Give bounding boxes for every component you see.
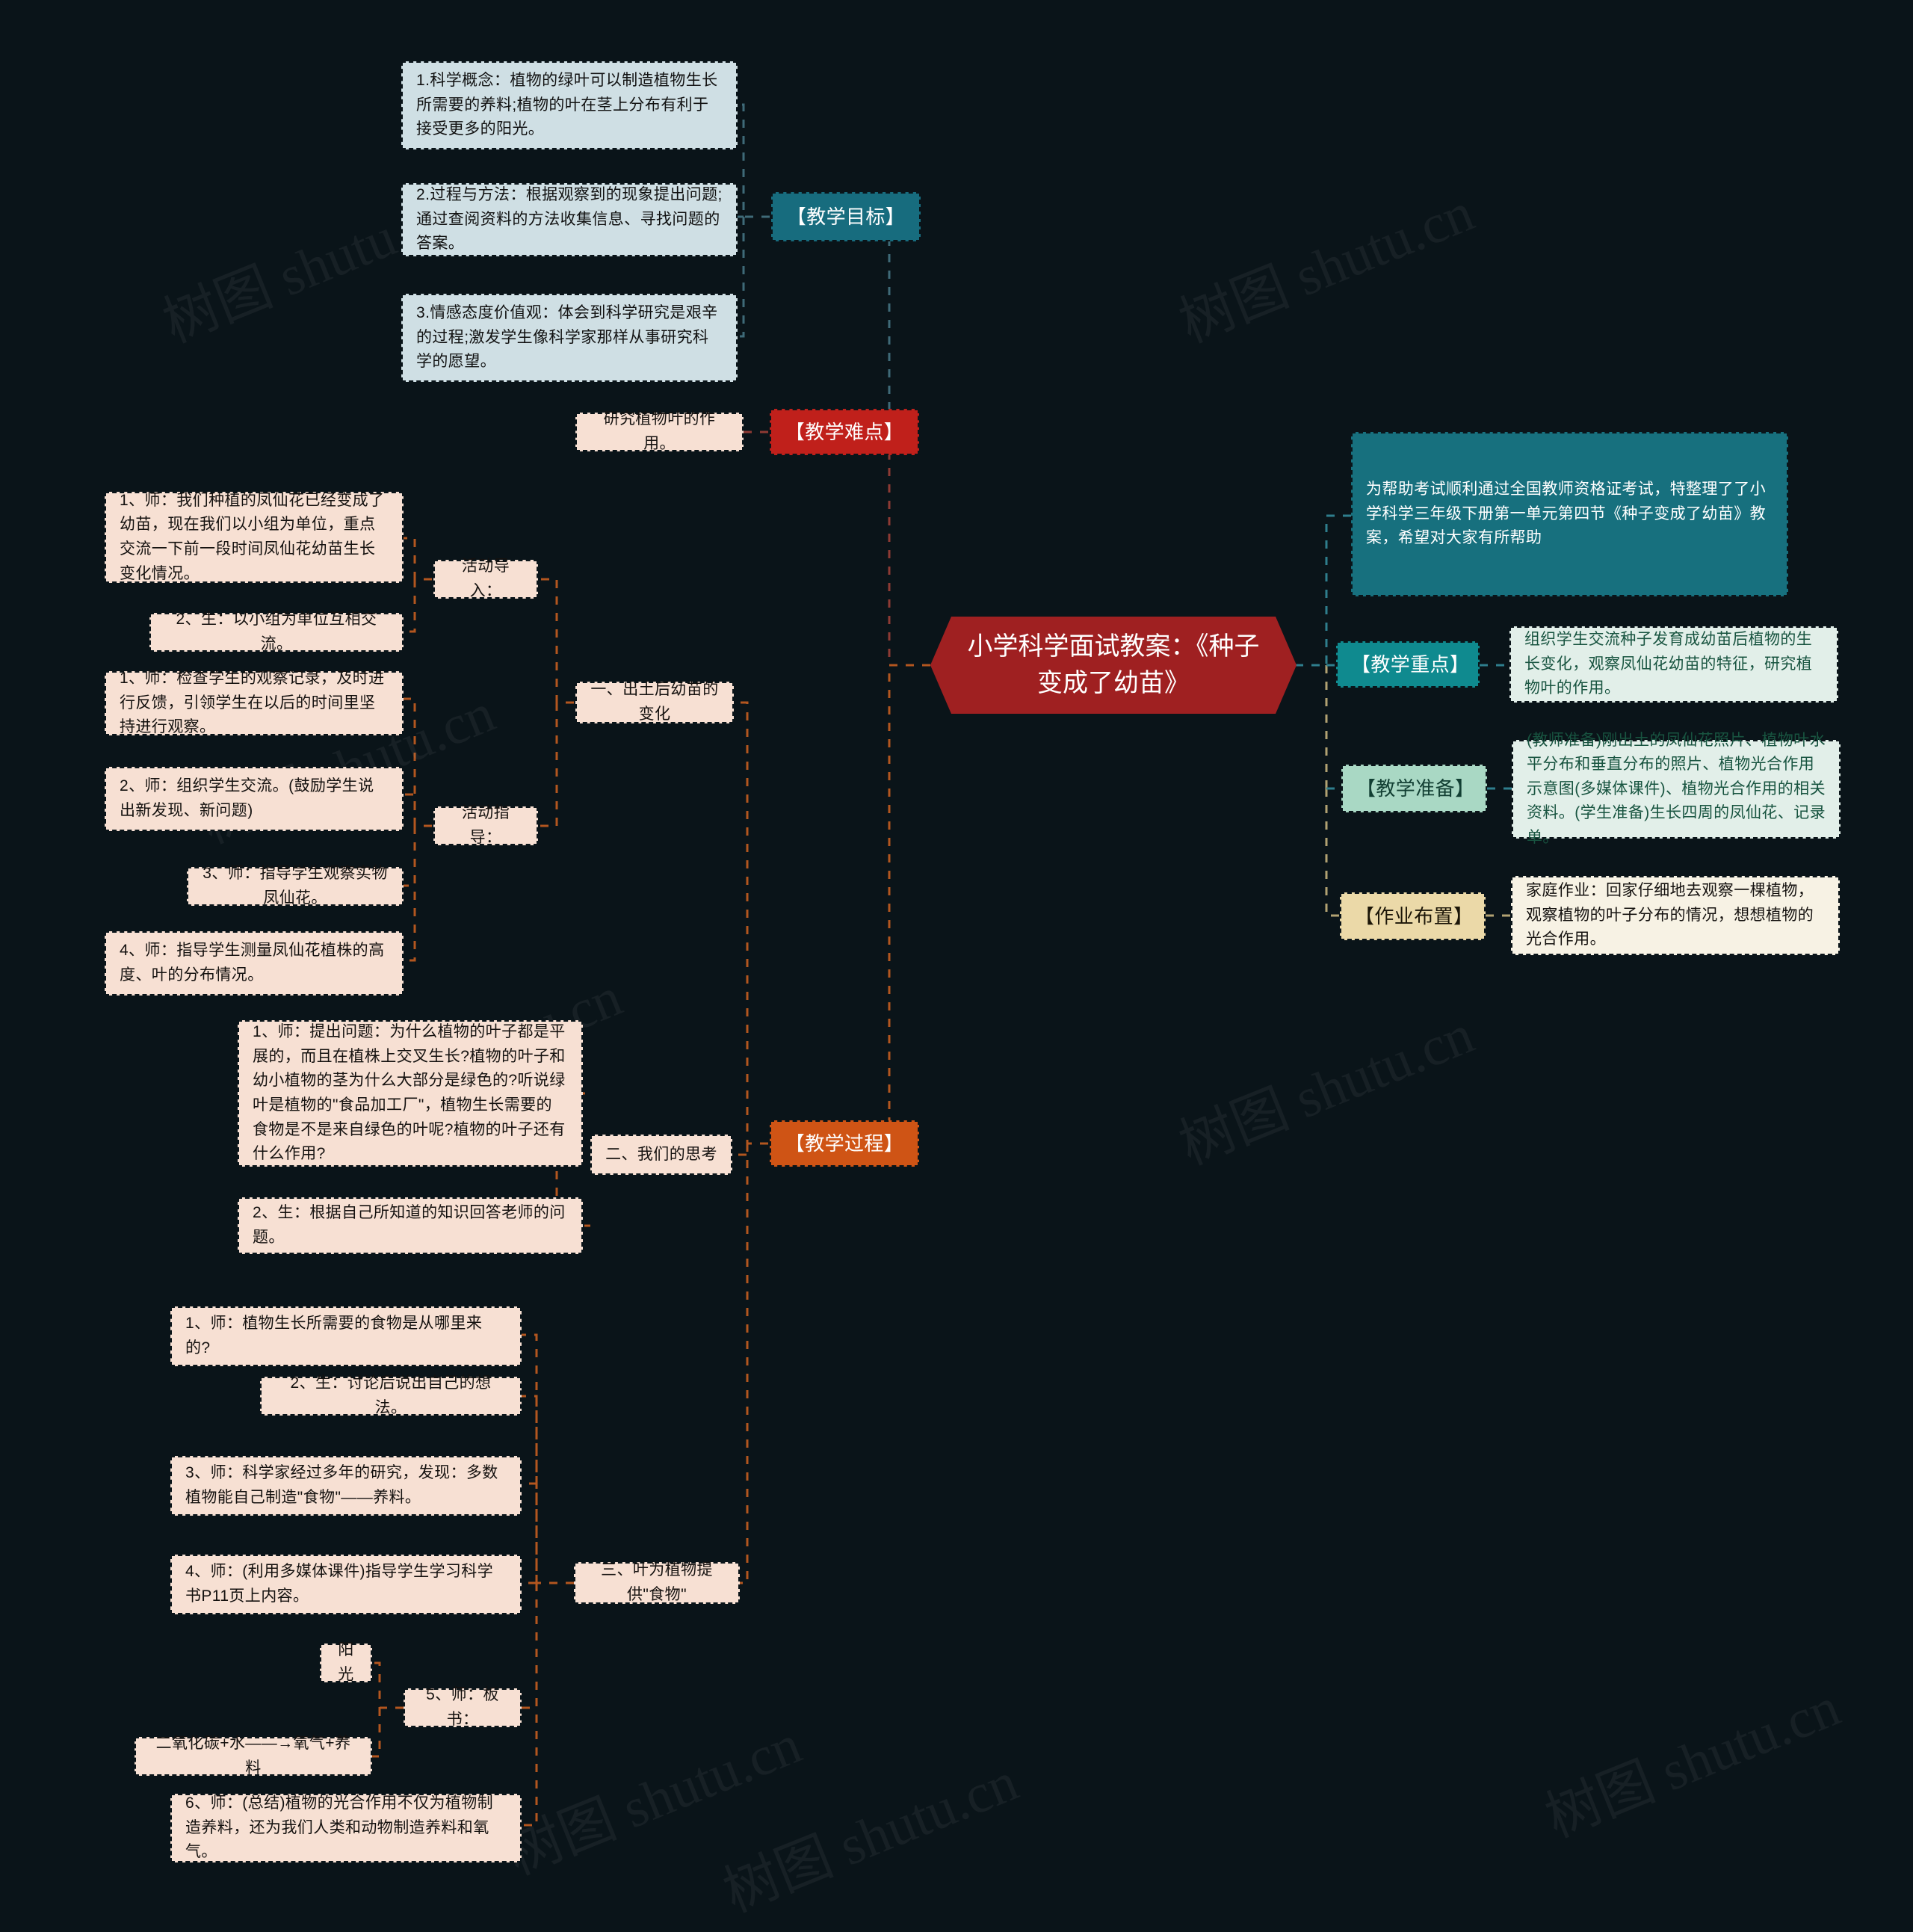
key-node-prepare-label: 【教学准备】 [1356,777,1475,800]
process-section-1[interactable]: 一、出土后幼苗的变化 [575,681,734,723]
blackboard-label[interactable]: 5、师：板书： [404,1686,522,1728]
key-node-process[interactable]: 【教学过程】 [770,1120,919,1167]
food-item-4: 4、师：(利用多媒体课件)指导学生学习科学书P11页上内容。 [170,1555,522,1614]
key-node-difficulty[interactable]: 【教学难点】 [770,409,919,455]
activity-intro-item-2-text: 2、生：以小组为单位互相交流。 [176,611,377,652]
difficulty-detail: 研究植物叶的作用。 [575,410,744,452]
activity-guide-label[interactable]: 活动指导： [433,804,538,846]
activity-intro-item-1: 1、师：我们种植的凤仙花已经变成了幼苗，现在我们以小组为单位，重点交流一下前一段… [105,492,404,583]
food-item-6-text: 6、师：(总结)植物的光合作用不仅为植物制造养料，还为我们人类和动物制造养料和氧… [185,1794,494,1861]
process-section-3[interactable]: 三、叶为植物提供"食物" [574,1561,740,1604]
watermark: 树图 shutu.cn [498,1714,810,1887]
difficulty-detail-text: 研究植物叶的作用。 [603,410,716,452]
thinking-item-2-text: 2、生：根据自己所知道的知识回答老师的问题。 [253,1204,566,1246]
key-node-focus-label: 【教学重点】 [1351,652,1470,676]
activity-guide-item-2-text: 2、师：组织学生交流。(鼓励学生说出新发现、新问题) [120,777,374,819]
food-item-1-text: 1、师：植物生长所需要的食物是从哪里来的? [185,1315,483,1357]
activity-guide-item-3-text: 3、师：指导学生观察实物凤仙花。 [203,865,388,907]
watermark: 树图 shutu.cn [1171,182,1483,355]
root-title: 小学科学面试教案：《种子变成了幼苗》 [967,632,1260,697]
activity-intro-label[interactable]: 活动导入： [433,558,538,599]
process-section-2-label: 二、我们的思考 [605,1145,717,1163]
goal-item-2-text: 2.过程与方法：根据观察到的现象提出问题;通过查阅资料的方法收集信息、寻找问题的… [416,186,723,253]
activity-guide-item-1: 1、师：检查学生的观察记录，及时进行反馈，引领学生在以后的时间里坚持进行观察。 [105,670,404,735]
key-node-focus[interactable]: 【教学重点】 [1336,641,1480,688]
thinking-item-2: 2、生：根据自己所知道的知识回答老师的问题。 [238,1197,583,1254]
prepare-detail: (教师准备)刚出土的凤仙花照片、植物叶水平分布和垂直分布的照片、植物光合作用示意… [1512,732,1841,846]
food-item-4-text: 4、师：(利用多媒体课件)指导学生学习科学书P11页上内容。 [185,1563,494,1605]
food-item-2: 2、生：讨论后说出自己的想法。 [260,1374,522,1416]
key-node-difficulty-label: 【教学难点】 [785,420,904,443]
food-item-3-text: 3、师：科学家经过多年的研究，发现：多数植物能自己制造"食物"——养料。 [185,1464,498,1506]
goal-item-2: 2.过程与方法：根据观察到的现象提出问题;通过查阅资料的方法收集信息、寻找问题的… [401,183,738,256]
thinking-item-1: 1、师：提出问题：为什么植物的叶子都是平展的，而且在植株上交叉生长?植物的叶子和… [238,1020,583,1167]
key-node-homework[interactable]: 【作业布置】 [1340,892,1486,940]
watermark: 树图 shutu.cn [1171,1004,1483,1177]
watermark: 树图 shutu.cn [1537,1676,1849,1850]
process-section-3-label: 三、叶为植物提供"食物" [601,1561,713,1603]
food-item-3: 3、师：科学家经过多年的研究，发现：多数植物能自己制造"食物"——养料。 [170,1456,522,1516]
goal-item-3-text: 3.情感态度价值观：体会到科学研究是艰辛的过程;激发学生像科学家那样从事研究科学… [416,304,718,371]
photosynthesis-equation: 二氧化碳+水——→氧气+养料 [135,1735,372,1777]
food-item-6: 6、师：(总结)植物的光合作用不仅为植物制造养料，还为我们人类和动物制造养料和氧… [170,1794,522,1862]
key-node-goal[interactable]: 【教学目标】 [771,192,921,241]
process-section-2[interactable]: 二、我们的思考 [590,1135,732,1175]
thinking-item-1-text: 1、师：提出问题：为什么植物的叶子都是平展的，而且在植株上交叉生长?植物的叶子和… [253,1023,566,1163]
goal-item-1: 1.科学概念：植物的绿叶可以制造植物生长所需要的养料;植物的叶在茎上分布有利于接… [401,61,738,149]
activity-guide-item-1-text: 1、师：检查学生的观察记录，及时进行反馈，引领学生在以后的时间里坚持进行观察。 [120,670,385,736]
goal-item-1-text: 1.科学概念：植物的绿叶可以制造植物生长所需要的养料;植物的叶在茎上分布有利于接… [416,72,718,138]
activity-intro-label-text: 活动导入： [461,558,510,599]
goal-item-3: 3.情感态度价值观：体会到科学研究是艰辛的过程;激发学生像科学家那样从事研究科学… [401,294,738,382]
activity-guide-item-3: 3、师：指导学生观察实物凤仙花。 [187,865,404,907]
activity-intro-item-1-text: 1、师：我们种植的凤仙花已经变成了幼苗，现在我们以小组为单位，重点交流一下前一段… [120,491,385,582]
sunlight-box: 阳光 [320,1641,372,1683]
process-section-1-label: 一、出土后幼苗的变化 [590,681,719,723]
activity-guide-item-4-text: 4、师：指导学生测量凤仙花植株的高度、叶的分布情况。 [120,942,385,984]
key-node-goal-label: 【教学目标】 [786,205,906,228]
watermark: 树图 shutu.cn [715,1751,1027,1925]
homework-detail: 家庭作业：回家仔细地去观察一棵植物，观察植物的叶子分布的情况，想想植物的光合作用… [1511,876,1840,955]
activity-guide-item-2: 2、师：组织学生交流。(鼓励学生说出新发现、新问题) [105,767,404,831]
food-item-1: 1、师：植物生长所需要的食物是从哪里来的? [170,1306,522,1366]
focus-detail: 组织学生交流种子发育成幼苗后植物的生长变化，观察凤仙花幼苗的特征，研究植物叶的作… [1509,626,1838,703]
prepare-detail-text: (教师准备)刚出土的凤仙花照片、植物叶水平分布和垂直分布的照片、植物光合作用示意… [1527,731,1826,846]
key-node-prepare[interactable]: 【教学准备】 [1341,765,1487,812]
intro-box: 为帮助考试顺利通过全国教师资格证考试，特整理了了小学科学三年级下册第一单元第四节… [1351,432,1788,596]
homework-detail-text: 家庭作业：回家仔细地去观察一棵植物，观察植物的叶子分布的情况，想想植物的光合作用… [1526,882,1814,948]
blackboard-label-text: 5、师：板书： [426,1686,499,1728]
activity-intro-item-2: 2、生：以小组为单位互相交流。 [149,611,404,652]
root-node[interactable]: 小学科学面试教案：《种子变成了幼苗》 [930,617,1297,714]
intro-text: 为帮助考试顺利通过全国教师资格证考试，特整理了了小学科学三年级下册第一单元第四节… [1366,481,1766,547]
food-item-2-text: 2、生：讨论后说出自己的想法。 [290,1374,492,1416]
focus-detail-text: 组织学生交流种子发育成幼苗后植物的生长变化，观察凤仙花幼苗的特征，研究植物叶的作… [1524,631,1813,697]
key-node-process-label: 【教学过程】 [785,1132,904,1155]
activity-guide-item-4: 4、师：指导学生测量凤仙花植株的高度、叶的分布情况。 [105,931,404,996]
key-node-homework-label: 【作业布置】 [1355,904,1474,928]
sunlight-text: 阳光 [338,1641,354,1683]
photosynthesis-equation-text: 二氧化碳+水——→氧气+养料 [155,1735,351,1777]
activity-guide-label-text: 活动指导： [461,804,510,846]
